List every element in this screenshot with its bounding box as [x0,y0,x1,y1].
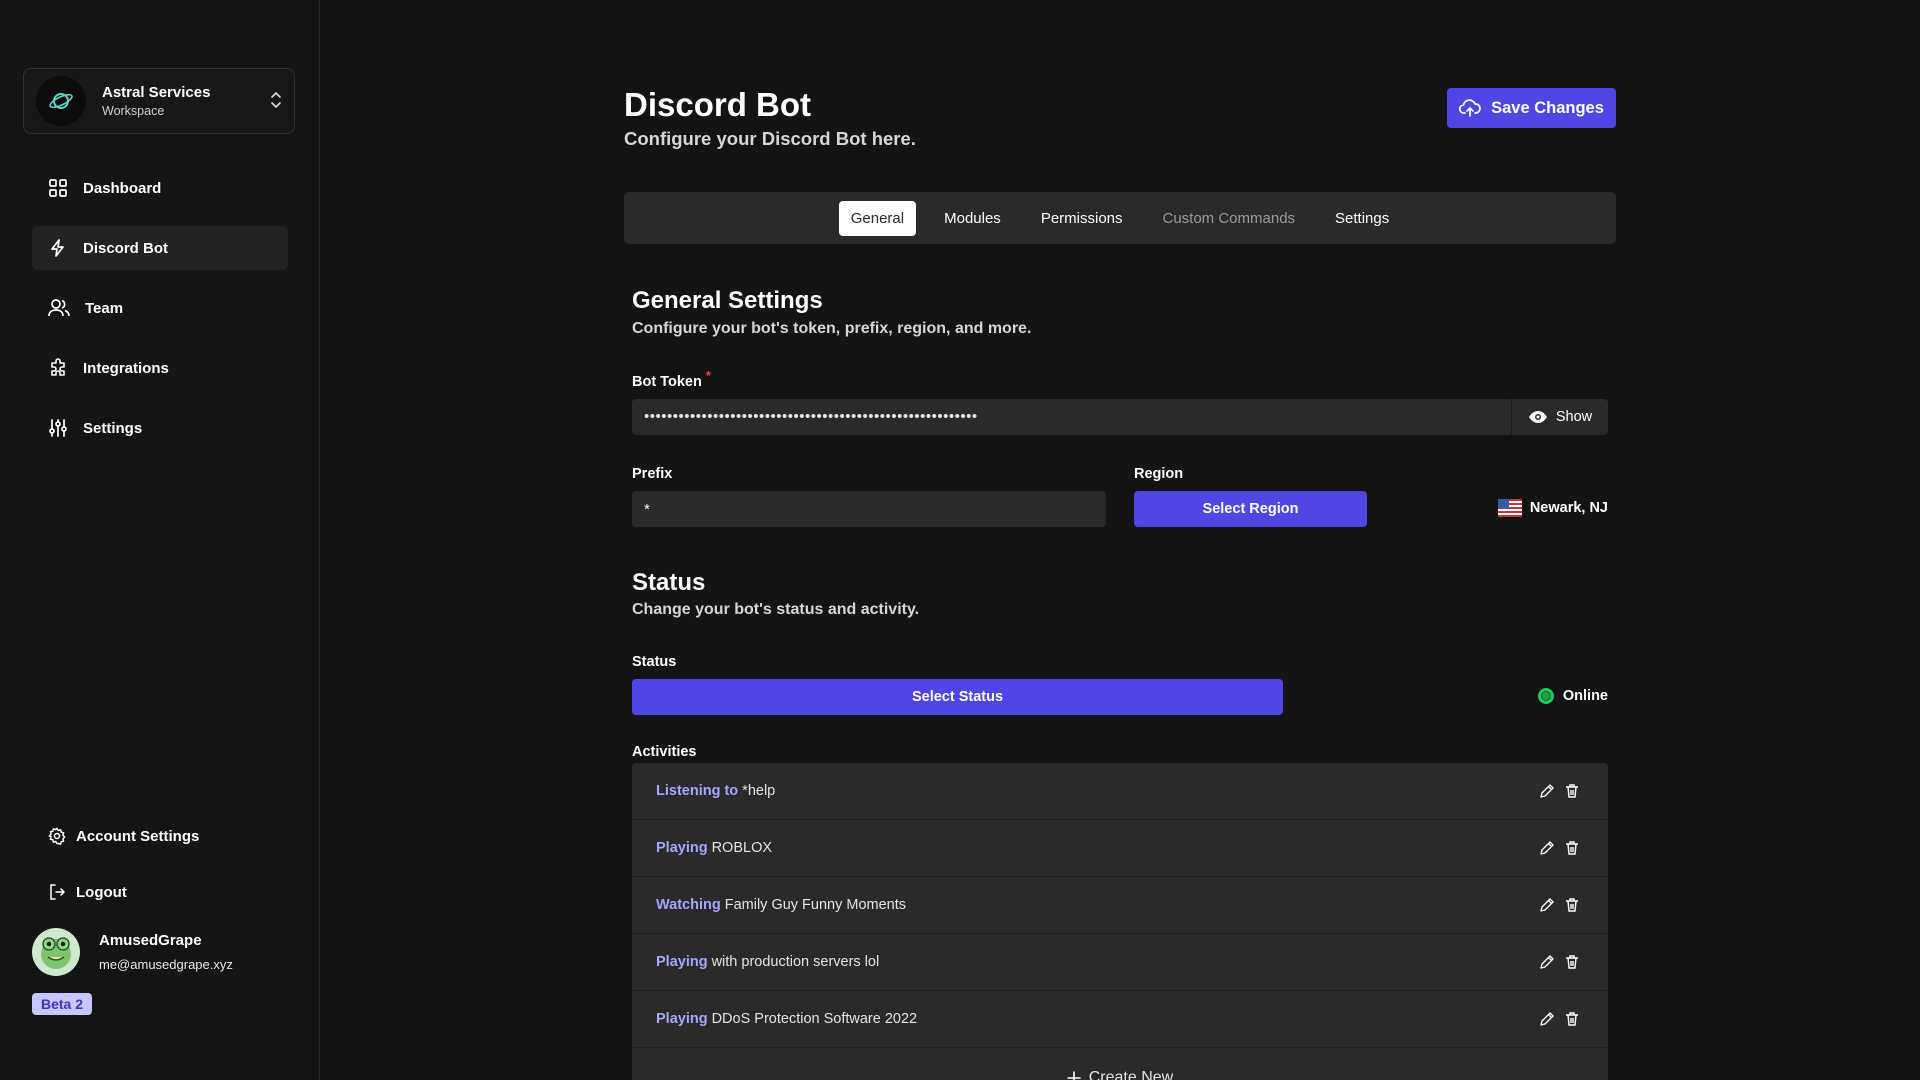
tab-bar: General Modules Permissions Custom Comma… [624,192,1616,244]
user-profile[interactable]: AmusedGrape me@amusedgrape.xyz [32,928,233,976]
sidebar-item-label: Team [85,299,124,317]
tab-general[interactable]: General [838,200,917,236]
activities-label: Activities [632,744,697,760]
beta-badge: Beta 2 [32,993,93,1015]
region-value-text: Newark, NJ [1529,500,1608,516]
region-value: Newark, NJ [1497,499,1608,517]
show-token-label: Show [1555,409,1593,425]
sidebar-item-integrations[interactable]: Integrations [32,346,288,390]
activity-text: with production servers lol [711,954,880,970]
trash-icon[interactable] [1564,897,1580,913]
logout-link[interactable]: Logout [48,883,127,901]
activity-verb: Listening to [656,783,739,799]
trash-icon[interactable] [1564,1011,1580,1027]
edit-icon[interactable] [1539,954,1555,970]
activities-list: Listening to *help Playing ROBLOX Watchi… [632,763,1608,1080]
page-title: Discord Bot [624,86,812,123]
logout-label: Logout [76,883,127,901]
save-changes-button[interactable]: Save Changes [1447,88,1616,128]
edit-icon[interactable] [1539,897,1555,913]
user-name: AmusedGrape [99,932,202,949]
tab-custom-commands[interactable]: Custom Commands [1151,201,1308,236]
list-item: Playing DDoS Protection Software 2022 [632,991,1608,1048]
account-settings-label: Account Settings [76,827,200,845]
activity-verb: Playing [656,840,708,856]
status-label: Status [632,654,677,670]
online-dot-icon [1537,688,1554,704]
status-value-text: Online [1562,688,1608,704]
status-subtitle: Change your bot's status and activity. [632,601,920,618]
workspace-switcher[interactable]: Astral Services Workspace [23,68,295,134]
select-region-button[interactable]: Select Region [1134,491,1367,527]
list-item: Playing with production servers lol [632,934,1608,991]
activity-text: DDoS Protection Software 2022 [711,1011,918,1027]
list-item: Listening to *help [632,763,1608,820]
page-subtitle: Configure your Discord Bot here. [624,128,916,149]
sidebar-nav: Dashboard Discord Bot Team Integrations … [32,166,288,466]
eye-icon [1528,411,1547,423]
activity-verb: Playing [656,1011,708,1027]
trash-icon[interactable] [1564,840,1580,856]
activity-verb: Playing [656,954,708,970]
save-changes-label: Save Changes [1491,98,1604,117]
bot-token-field[interactable]: ••••••••••••••••••••••••••••••••••••••••… [632,399,1608,435]
bot-token-label-text: Bot Token [632,374,702,390]
account-settings-link[interactable]: Account Settings [48,827,199,845]
select-status-button[interactable]: Select Status [632,679,1283,715]
sidebar-item-settings[interactable]: Settings [32,406,288,450]
prefix-label: Prefix [632,466,673,482]
sidebar-item-label: Dashboard [83,179,162,197]
tab-settings[interactable]: Settings [1323,201,1401,236]
workspace-subtitle: Workspace [102,104,165,118]
edit-icon[interactable] [1539,1011,1555,1027]
edit-icon[interactable] [1539,840,1555,856]
region-label: Region [1134,466,1184,482]
status-value: Online [1537,688,1608,704]
sidebar-item-label: Settings [83,419,143,437]
sidebar-item-dashboard[interactable]: Dashboard [32,166,288,210]
activity-verb: Watching [656,897,721,913]
sidebar-item-team[interactable]: Team [32,286,288,330]
show-token-button[interactable]: Show [1511,399,1608,435]
chevron-up-down-icon [270,91,282,114]
user-email: me@amusedgrape.xyz [99,957,233,972]
general-settings-subtitle: Configure your bot's token, prefix, regi… [632,320,1032,337]
bot-token-label: Bot Token * [632,368,711,390]
activity-text: *help [742,783,776,799]
grid-icon [49,179,67,197]
logout-icon [50,884,66,900]
bot-token-value: ••••••••••••••••••••••••••••••••••••••••… [644,408,978,425]
tab-permissions[interactable]: Permissions [1029,201,1135,236]
trash-icon[interactable] [1564,954,1580,970]
trash-icon[interactable] [1564,783,1580,799]
create-new-activity-button[interactable]: Create New [632,1048,1608,1080]
lightning-icon [51,239,64,257]
sidebar: Astral Services Workspace Dashboard Disc… [0,0,320,1080]
us-flag-icon [1497,499,1522,517]
status-title: Status [632,569,706,596]
workspace-name: Astral Services [102,84,211,101]
gear-icon [48,827,66,845]
puzzle-icon [51,358,65,376]
sidebar-item-label: Integrations [83,359,169,377]
prefix-input[interactable] [632,491,1106,527]
sidebar-item-discord-bot[interactable]: Discord Bot [32,226,288,270]
create-new-label: Create New [1088,1069,1174,1080]
list-item: Playing ROBLOX [632,820,1608,877]
activity-text: Family Guy Funny Moments [724,897,907,913]
edit-icon[interactable] [1539,783,1555,799]
avatar [32,928,80,976]
list-item: Watching Family Guy Funny Moments [632,877,1608,934]
general-settings-title: General Settings [632,287,823,314]
cloud-upload-icon [1459,99,1481,117]
required-mark: * [705,368,711,383]
users-icon [48,299,70,317]
sliders-icon [49,419,67,437]
plus-icon [1066,1071,1081,1080]
tab-modules[interactable]: Modules [932,201,1013,236]
activity-text: ROBLOX [711,840,773,856]
planet-logo-icon [36,76,86,126]
sidebar-item-label: Discord Bot [83,239,169,257]
